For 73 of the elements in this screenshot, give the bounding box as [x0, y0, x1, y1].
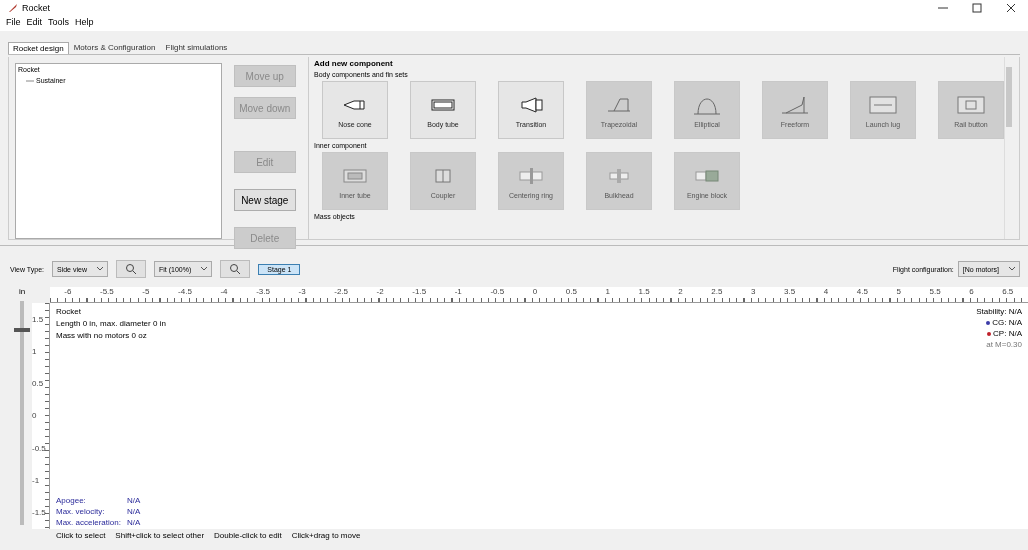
flight-data-label: Apogee:: [56, 496, 87, 505]
ruler-label: 4.5: [856, 287, 868, 298]
ruler-label: 1: [32, 346, 38, 356]
status-text: Shift+click to select other: [115, 531, 205, 540]
ruler-label: 4: [823, 287, 829, 298]
tree-line-icon: [26, 77, 34, 84]
ruler-label: 6: [969, 287, 974, 298]
rocket-info: Length 0 in, max. diameter 0 in: [56, 319, 166, 328]
ruler-label: -6: [64, 287, 72, 298]
ruler-label: 3: [750, 287, 756, 298]
zoom-in-button[interactable]: [115, 260, 146, 278]
slider-thumb[interactable]: [14, 327, 30, 332]
tab[interactable]: Rocket design: [8, 42, 69, 54]
rocket-name: Rocket: [56, 307, 82, 316]
ruler-label: -0.5: [490, 287, 505, 298]
status-text: Click+drag to move: [291, 531, 361, 540]
caret-icon: [1009, 267, 1015, 271]
ruler-label: 1.5: [32, 314, 45, 324]
caret-icon: [96, 267, 103, 271]
status-text: Click to select: [56, 531, 106, 540]
ruler-label: -3: [298, 287, 306, 298]
menu-item[interactable]: Help: [75, 17, 94, 30]
mach-note: at M=0.30: [986, 340, 1022, 349]
ruler-label: -1: [32, 476, 41, 486]
ruler-label: 0.5: [32, 379, 45, 389]
rocket-icon: [8, 3, 18, 13]
ruler-label: 0: [32, 411, 38, 421]
ruler-label: 1.5: [638, 287, 650, 298]
ruler-label: -4.5: [178, 287, 192, 298]
ruler-label: -0.5: [32, 443, 47, 453]
menu-item[interactable]: Tools: [48, 17, 70, 30]
magnifier-icon: [124, 263, 137, 275]
ruler-label: -1: [454, 287, 462, 298]
caret-icon: [201, 267, 208, 271]
tab[interactable]: Flight simulations: [160, 41, 233, 54]
magnifier-icon: [229, 263, 242, 275]
ruler-label: 0: [532, 287, 538, 298]
ruler-label: 2: [678, 287, 683, 298]
ruler-label: -5.5: [100, 287, 114, 298]
flight-data-value: N/A: [126, 496, 141, 505]
status-text: Double-click to edit: [214, 531, 282, 540]
ruler-label: 2.5: [711, 287, 723, 298]
flight-data-label: Max. velocity:: [56, 507, 106, 516]
legend-label: CG: N/A: [992, 318, 1022, 327]
legend-label: CP: N/A: [993, 329, 1022, 338]
window-title: Rocket: [22, 3, 50, 13]
scrollbar[interactable]: [1004, 57, 1013, 239]
stability-label: Stability: N/A: [976, 307, 1022, 316]
menu-item[interactable]: File: [6, 17, 21, 30]
ruler-label: 0.5: [565, 287, 577, 298]
zoom-out-button[interactable]: [220, 260, 251, 278]
rocket-info: Mass with no motors 0 oz: [56, 331, 148, 340]
ruler-label: -4: [220, 287, 228, 298]
ruler-label: 6.5: [1002, 287, 1014, 298]
unit-label: in: [18, 287, 26, 298]
flight-data-value: N/A: [126, 507, 141, 516]
rocket-canvas[interactable]: Rocket Length 0 in, max. diameter 0 in Mass with no motors 0 oz Stability: N/A CG: N/A CP: N/A at M=0.30 Apogee: N/A Max. velocity: N/A Max. acceleration: N/A: [50, 303, 1028, 529]
ruler-label: -5: [142, 287, 150, 298]
flight-data-value: N/A: [126, 518, 141, 527]
ruler-label: 1: [605, 287, 610, 298]
ruler-label: -2.5: [334, 287, 348, 298]
ruler-label: -1.5: [32, 508, 47, 518]
ruler-label: -1.5: [412, 287, 427, 298]
section-title: Add new component: [314, 59, 394, 68]
ruler-label: 5: [896, 287, 901, 298]
ruler-label: 5.5: [929, 287, 941, 298]
ruler-label: 3.5: [784, 287, 796, 298]
ruler-label: -2: [376, 287, 384, 298]
ruler-label: -3.5: [256, 287, 270, 298]
new-stage-button[interactable]: New stage: [233, 189, 296, 211]
tab[interactable]: Motors & Configuration: [68, 41, 161, 54]
flight-data-label: Max. acceleration:: [56, 518, 121, 527]
menu-item[interactable]: Edit: [26, 17, 43, 30]
